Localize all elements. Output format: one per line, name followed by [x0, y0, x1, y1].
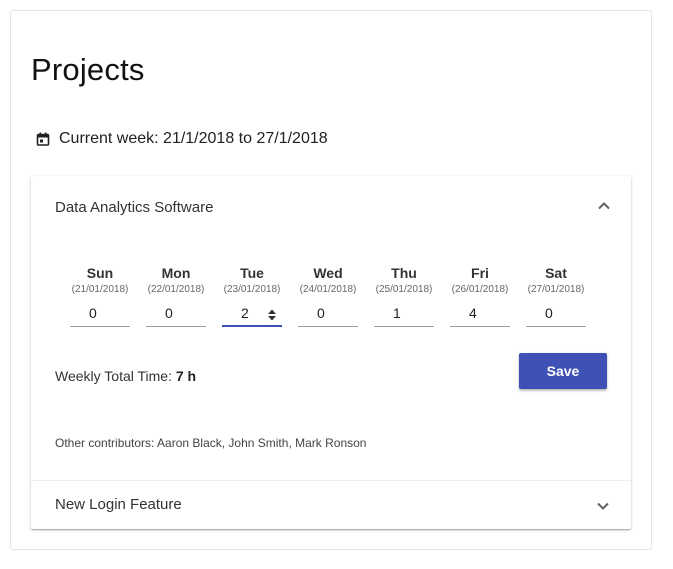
save-button[interactable]: Save	[519, 353, 607, 389]
day-name: Sun	[86, 265, 114, 281]
day-date: (24/01/2018)	[299, 284, 357, 295]
hours-input-thu[interactable]	[374, 300, 434, 327]
day-name: Fri	[471, 265, 489, 281]
day-date: (23/01/2018)	[223, 284, 281, 295]
day-date: (26/01/2018)	[451, 284, 509, 295]
weekly-total-value: 7 h	[175, 368, 197, 384]
day-fri: Fri (26/01/2018)	[442, 265, 518, 327]
chevron-down-icon[interactable]	[596, 499, 610, 513]
chevron-up-icon[interactable]	[597, 199, 611, 213]
hours-input-mon[interactable]	[146, 300, 206, 327]
day-name: Sat	[545, 265, 567, 281]
weekly-total: Weekly Total Time: 7 h	[55, 368, 196, 384]
project-name: Data Analytics Software	[55, 199, 214, 216]
calendar-icon	[36, 132, 50, 146]
day-date: (22/01/2018)	[147, 284, 205, 295]
day-name: Wed	[313, 265, 343, 281]
day-mon: Mon (22/01/2018)	[138, 265, 214, 327]
day-name: Tue	[240, 265, 264, 281]
day-date: (25/01/2018)	[375, 284, 433, 295]
day-date: (21/01/2018)	[71, 284, 129, 295]
day-date: (27/01/2018)	[527, 284, 585, 295]
day-wed: Wed (24/01/2018)	[290, 265, 366, 327]
day-name: Mon	[161, 265, 191, 281]
hours-input-sat[interactable]	[526, 300, 586, 327]
project-panel-data-analytics: Data Analytics Software Sun (21/01/2018)…	[31, 176, 631, 529]
other-contributors: Other contributors: Aaron Black, John Sm…	[55, 436, 367, 450]
current-week-label: Current week: 21/1/2018 to 27/1/2018	[59, 130, 328, 147]
day-sun: Sun (21/01/2018)	[62, 265, 138, 327]
hours-input-wed[interactable]	[298, 300, 358, 327]
current-week: Current week: 21/1/2018 to 27/1/2018	[36, 130, 328, 148]
hours-input-fri[interactable]	[450, 300, 510, 327]
project-panel-header[interactable]: Data Analytics Software	[31, 176, 631, 240]
weekly-total-label: Weekly Total Time:	[55, 368, 172, 384]
page-title: Projects	[31, 52, 145, 87]
project-name: New Login Feature	[55, 496, 182, 513]
spinner-arrows-icon[interactable]	[268, 308, 276, 321]
day-name: Thu	[391, 265, 417, 281]
project-panel-header-new-login[interactable]: New Login Feature	[31, 481, 631, 529]
day-sat: Sat (27/01/2018)	[518, 265, 594, 327]
day-inputs: Sun (21/01/2018) Mon (22/01/2018) Tue (2…	[62, 265, 594, 327]
hours-input-sun[interactable]	[70, 300, 130, 327]
day-tue: Tue (23/01/2018)	[214, 265, 290, 327]
day-thu: Thu (25/01/2018)	[366, 265, 442, 327]
